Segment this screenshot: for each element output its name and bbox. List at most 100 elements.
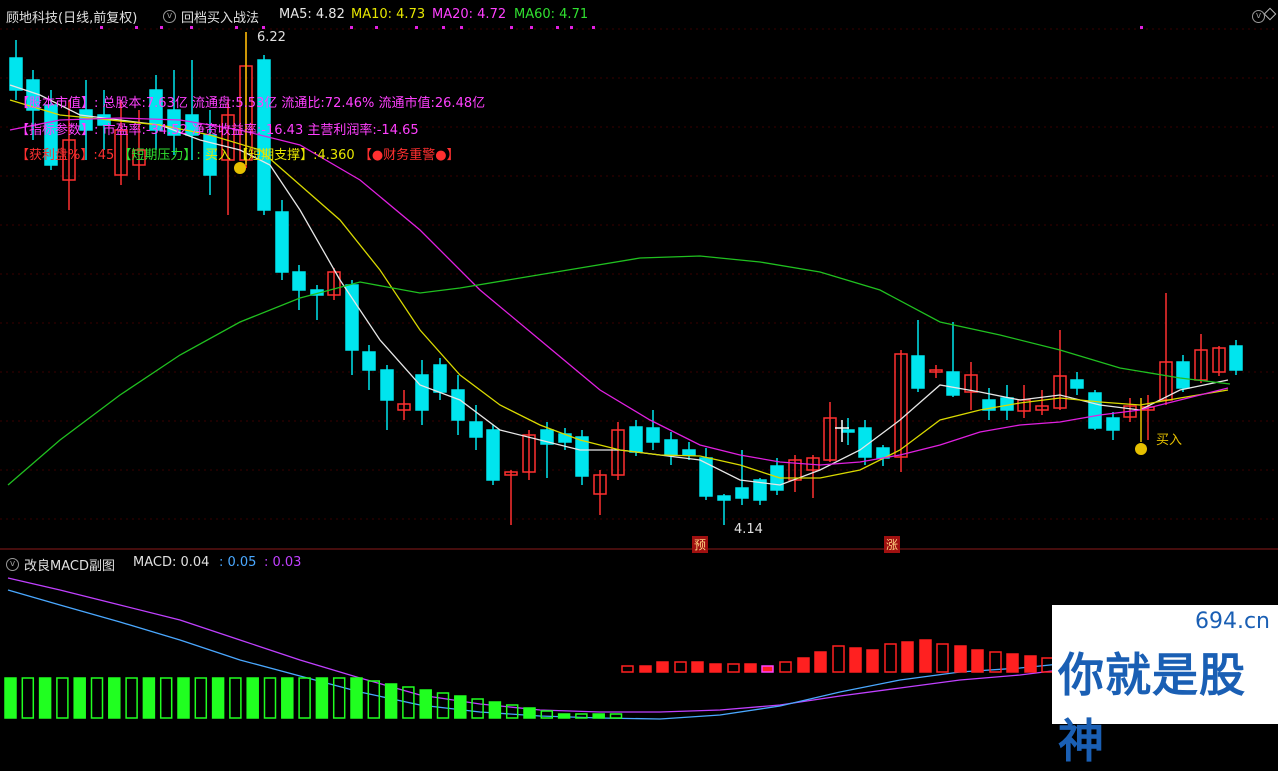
macd-bar-up [727, 663, 740, 673]
candle-body [469, 421, 483, 438]
settings-toggle-icon[interactable]: v [1252, 7, 1265, 23]
info-line-params: 【指标参数】: 市盈率:-34.52 净资收益率:-16.43 主营利润率:-1… [16, 123, 419, 138]
macd-bar-down [367, 680, 381, 719]
stock-title: 顾地科技(日线,前复权) [6, 11, 138, 26]
macd-bar-up [621, 665, 634, 673]
macd-bar-down [159, 677, 173, 719]
candle-body [275, 211, 289, 273]
macd-bar-up [849, 647, 862, 673]
macd-bar-up [901, 641, 914, 673]
macd-bar-up [832, 645, 845, 673]
ma10-value: MA10: 4.73 [351, 7, 426, 22]
macd-bar-up [866, 649, 879, 673]
limit-up-badge: 涨 [884, 536, 901, 553]
candle-body [682, 449, 696, 456]
macd-bar-down [350, 677, 363, 719]
short-support: 【短期支撑】:4.360 [235, 148, 355, 163]
short-pressure: 【短期压力】: [118, 148, 201, 163]
macd-bar-up [761, 665, 774, 673]
macd-bar-down [21, 677, 35, 719]
macd-bar-down [38, 677, 52, 719]
candle-body [380, 369, 394, 401]
macd-bar-down [73, 677, 86, 719]
candle-body [841, 429, 855, 433]
macd-bar-up [954, 645, 967, 673]
macd-bar-down [315, 677, 329, 719]
strategy-toggle-icon[interactable]: v [163, 7, 176, 23]
candle-body [1229, 345, 1243, 371]
macd-bar-up [1006, 653, 1019, 673]
macd-bar-up [884, 643, 897, 673]
macd-bar-up [814, 651, 827, 673]
candle-body [415, 374, 429, 411]
macd-bar-up [709, 663, 722, 673]
macd-bar-up [779, 661, 792, 673]
candle-body [664, 439, 678, 456]
candle-body [345, 284, 359, 351]
macd-bar-down [436, 692, 450, 719]
candle-body [558, 433, 572, 443]
watermark-text: 你就是股神 [1058, 648, 1246, 768]
macd-bar-up [656, 661, 669, 673]
money-bag-icon [1135, 443, 1147, 455]
macd-bar-down [177, 677, 190, 719]
macd-bar-down [384, 683, 398, 719]
macd-value: MACD: 0.04 [133, 555, 210, 570]
main-chart-header: 顾地科技(日线,前复权) v 回档买入战法 MA5: 4.82 MA10: 4.… [0, 0, 1278, 30]
macd-bar-down [332, 677, 346, 719]
info-line-share: 【股本市值】: 总股本:7.63亿 流通盘:5.53亿 流通比:72.46% 流… [16, 96, 486, 111]
finance-warning: 【●财务重警●】 [358, 148, 460, 163]
candle-body [575, 436, 589, 477]
ma5-value: MA5: 4.82 [279, 7, 345, 22]
macd-bar-down [575, 713, 588, 719]
candle-body [717, 495, 731, 501]
macd-bar-up [919, 639, 932, 673]
macd-bar-down [142, 677, 156, 719]
macd-bar-down [281, 677, 294, 719]
buy-tag: 买入 [204, 148, 231, 163]
subchart-title[interactable]: 改良MACD副图 [24, 555, 115, 574]
strategy-name[interactable]: 回档买入战法 [181, 7, 259, 26]
candle-body [946, 371, 960, 396]
buy-signal-label: 买入 [1156, 433, 1183, 448]
candle-body [911, 355, 925, 389]
candle-body [735, 487, 749, 499]
candle-body [292, 271, 306, 291]
dif-value: : 0.05 [219, 555, 257, 570]
subchart-toggle-icon[interactable]: v [6, 555, 19, 571]
macd-bar-down [229, 677, 242, 719]
ma20-value: MA20: 4.72 [432, 7, 507, 22]
macd-bar-down [592, 713, 605, 719]
candle-body [1088, 392, 1102, 429]
macd-bar-up [1024, 655, 1037, 673]
dea-value: : 0.03 [264, 555, 302, 570]
info-line-signals: 【获利盘%】:45 【短期压力】: 买入 【短期支撑】:4.360 【●财务重警… [16, 144, 460, 163]
watermark-domain: 694.cn [1194, 609, 1270, 634]
macd-bar-down [263, 677, 277, 719]
macd-bar-down [557, 713, 571, 719]
watermark-logo: 694.cn 你就是股神 [1052, 605, 1278, 768]
candle-body [629, 426, 643, 453]
high-price-label: 6.22 [257, 30, 286, 45]
candle-body [1176, 361, 1190, 389]
macd-bar-down [609, 713, 623, 719]
macd-bar-down [246, 677, 259, 719]
macd-bar-down [211, 677, 225, 719]
macd-bar-down [471, 698, 484, 719]
ma60-value: MA60: 4.71 [514, 7, 589, 22]
macd-bar-up [639, 665, 652, 673]
macd-bar-up [971, 649, 984, 673]
ma20-line [9, 117, 1229, 466]
macd-subchart-header: v 改良MACD副图 MACD: 0.04 : 0.05 : 0.03 [0, 552, 1278, 574]
macd-bar-down [419, 689, 432, 719]
macd-bar-down [194, 677, 208, 719]
forecast-badge: 预 [692, 536, 709, 553]
candle-body [1070, 379, 1084, 389]
macd-bar-down [108, 677, 121, 719]
macd-bar-down [488, 701, 502, 719]
macd-bar-down [56, 677, 69, 719]
macd-bar-up [691, 661, 704, 673]
macd-bar-down [454, 695, 467, 719]
macd-bar-up [744, 663, 757, 673]
macd-bar-down [523, 707, 536, 719]
